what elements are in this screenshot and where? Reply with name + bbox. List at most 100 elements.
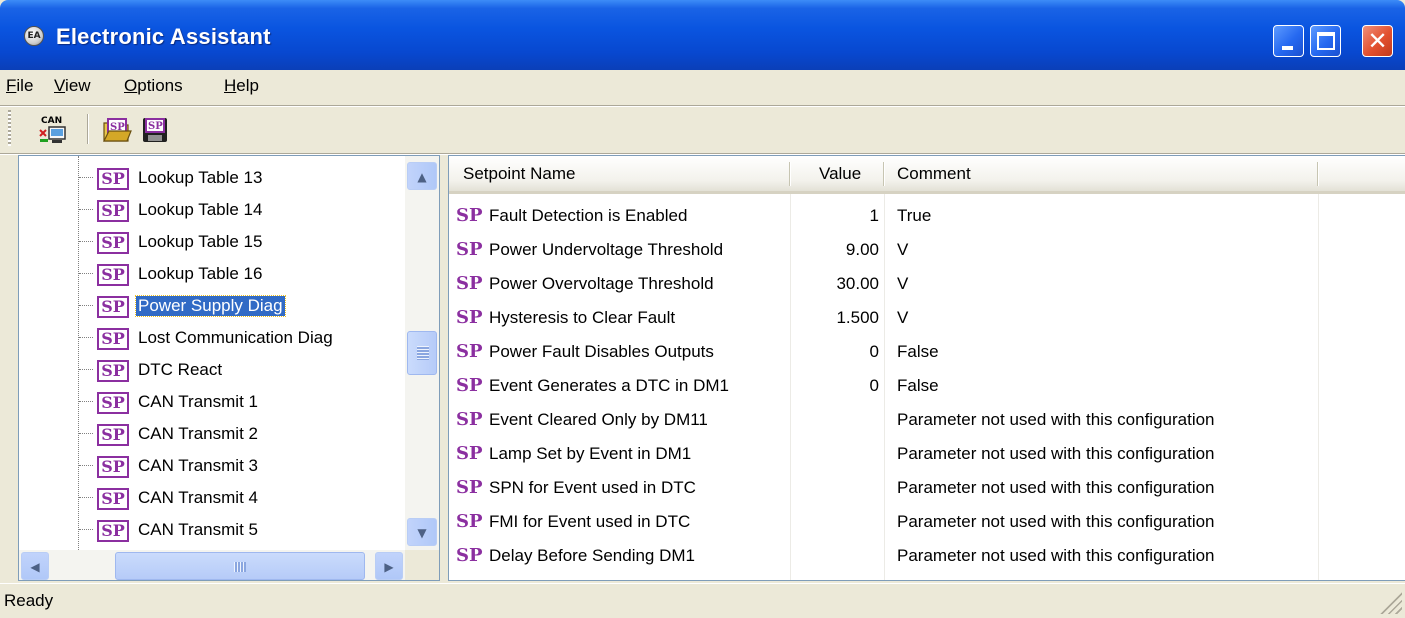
setpoint-icon: SP [97,488,129,510]
title-bar[interactable]: EA Electronic Assistant ✕ [0,0,1405,70]
setpoint-comment: Parameter not used with this configurati… [897,410,1215,429]
save-setpoint-file-button[interactable]: SP [138,113,172,147]
column-header-comment[interactable]: Comment [897,156,971,192]
tree-item-selected[interactable]: SP Power Supply Diag [19,290,405,322]
setpoint-comment: Parameter not used with this configurati… [897,546,1215,565]
setpoint-name: Delay Before Sending DM1 [489,546,696,565]
column-divider[interactable] [789,162,791,186]
setpoint-comment: Parameter not used with this configurati… [897,444,1215,463]
setpoint-value[interactable] [791,403,879,437]
setpoint-name: Lamp Set by Event in DM1 [489,444,692,463]
tree-item[interactable]: SP DTC React [19,354,405,386]
menu-help[interactable]: Help [224,76,259,96]
resize-grip-icon[interactable] [1380,588,1402,614]
setpoint-icon: SP [97,296,129,318]
setpoint-comment: True [897,206,932,225]
tree-item[interactable]: SP CAN Transmit 4 [19,482,405,514]
scrollbar-corner [405,550,439,580]
tree-item-label: Lookup Table 14 [138,200,263,219]
can-connect-button[interactable]: CAN [36,113,70,147]
setpoint-comment: False [897,376,939,395]
tree-item[interactable]: SP Lookup Table 16 [19,258,405,290]
setpoint-value[interactable]: 0 [791,335,879,369]
svg-text:SP: SP [148,121,163,132]
tree-vertical-scrollbar[interactable]: ▲ ▼ [405,156,439,550]
tree-item[interactable]: SP Lost Communication Diag [19,322,405,354]
setpoint-name: FMI for Event used in DTC [489,512,691,531]
tree-item[interactable]: SP CAN Transmit 3 [19,450,405,482]
setpoint-icon: SP [97,392,129,414]
table-row[interactable]: SP Power Overvoltage Threshold 30.00 V [449,267,1405,301]
setpoint-tree[interactable]: SP Lookup Table 13 SP Lookup Table 14 SP… [18,155,440,581]
setpoint-value[interactable] [791,539,879,573]
open-setpoint-file-button[interactable]: SP [100,113,134,147]
tree-item-label: DTC React [138,360,223,379]
setpoint-value[interactable]: 1.500 [791,301,879,335]
tree-item[interactable]: SP CAN Transmit 2 [19,418,405,450]
setpoint-value[interactable]: 30.00 [791,267,879,301]
panel-splitter[interactable] [440,155,448,581]
scroll-right-button[interactable]: ▶ [375,552,403,580]
thumb-grip-icon [417,346,429,360]
tree-item[interactable]: SP Lookup Table 13 [19,162,405,194]
table-row[interactable]: SP Hysteresis to Clear Fault 1.500 V [449,301,1405,335]
minimize-button[interactable] [1273,25,1304,57]
scroll-down-button[interactable]: ▼ [407,518,437,546]
setpoint-value[interactable] [791,505,879,539]
table-row[interactable]: SP SPN for Event used in DTC Parameter n… [449,471,1405,505]
maximize-icon [1317,32,1335,50]
column-divider[interactable] [883,162,885,186]
setpoint-icon: SP [97,264,129,286]
table-row[interactable]: SP Lamp Set by Event in DM1 Parameter no… [449,437,1405,471]
tree-item-label: Lost Communication Diag [138,328,333,347]
tree-item[interactable]: SP CAN Transmit 1 [19,386,405,418]
setpoint-icon: SP [97,200,129,222]
tree-item[interactable]: SP Lookup Table 15 [19,226,405,258]
toolbar-grip[interactable] [8,110,11,146]
setpoint-comment: V [897,274,909,293]
tree-item[interactable]: SP Lookup Table 14 [19,194,405,226]
scroll-left-button[interactable]: ◀ [21,552,49,580]
table-row[interactable]: SP FMI for Event used in DTC Parameter n… [449,505,1405,539]
column-header-setpoint-name[interactable]: Setpoint Name [463,156,575,192]
tree-branch-line [79,401,93,402]
setpoint-value[interactable]: 0 [791,369,879,403]
menu-file[interactable]: File [6,76,33,96]
setpoint-icon: SP [97,424,129,446]
table-row[interactable]: SP Event Cleared Only by DM11 Parameter … [449,403,1405,437]
tree-horizontal-scrollbar[interactable]: ◀ ▶ [19,550,405,580]
column-divider[interactable] [1317,162,1319,186]
tree-item-label: CAN Transmit 3 [138,456,258,475]
setpoint-name: SPN for Event used in DTC [489,478,696,497]
column-header-value[interactable]: Value [819,156,861,192]
setpoint-name: Event Cleared Only by DM11 [489,410,708,429]
maximize-button[interactable] [1310,25,1341,57]
close-icon: ✕ [1367,27,1388,55]
table-row[interactable]: SP Delay Before Sending DM1 Parameter no… [449,539,1405,573]
setpoint-icon: SP [97,360,129,382]
setpoint-value[interactable] [791,471,879,505]
tree-item-label: CAN Transmit 1 [138,392,258,411]
setpoint-value[interactable]: 9.00 [791,233,879,267]
horizontal-scroll-thumb[interactable] [115,552,365,580]
setpoint-value[interactable] [791,437,879,471]
ea-logo-icon: EA [24,26,44,46]
status-text: Ready [4,591,54,610]
table-row[interactable]: SP Event Generates a DTC in DM1 0 False [449,369,1405,403]
close-button[interactable]: ✕ [1362,25,1393,57]
vertical-scroll-thumb[interactable] [407,331,437,375]
scroll-up-button[interactable]: ▲ [407,162,437,190]
can-connect-icon: CAN [39,116,66,143]
tree-item[interactable]: SP CAN Transmit 5 [19,514,405,546]
table-row[interactable]: SP Fault Detection is Enabled 1 True [449,199,1405,233]
table-row[interactable]: SP Power Fault Disables Outputs 0 False [449,335,1405,369]
setpoint-name: Power Overvoltage Threshold [489,274,714,293]
menu-options[interactable]: Options [124,76,183,96]
menu-view[interactable]: View [54,76,91,96]
tree-branch-line [79,209,93,210]
table-row[interactable]: SP Power Undervoltage Threshold 9.00 V [449,233,1405,267]
setpoint-icon: SP [456,511,483,532]
window-title: Electronic Assistant [56,24,271,49]
setpoint-value[interactable]: 1 [791,199,879,233]
setpoint-grid[interactable]: Setpoint Name Value Comment SP Fault Det… [448,155,1405,581]
